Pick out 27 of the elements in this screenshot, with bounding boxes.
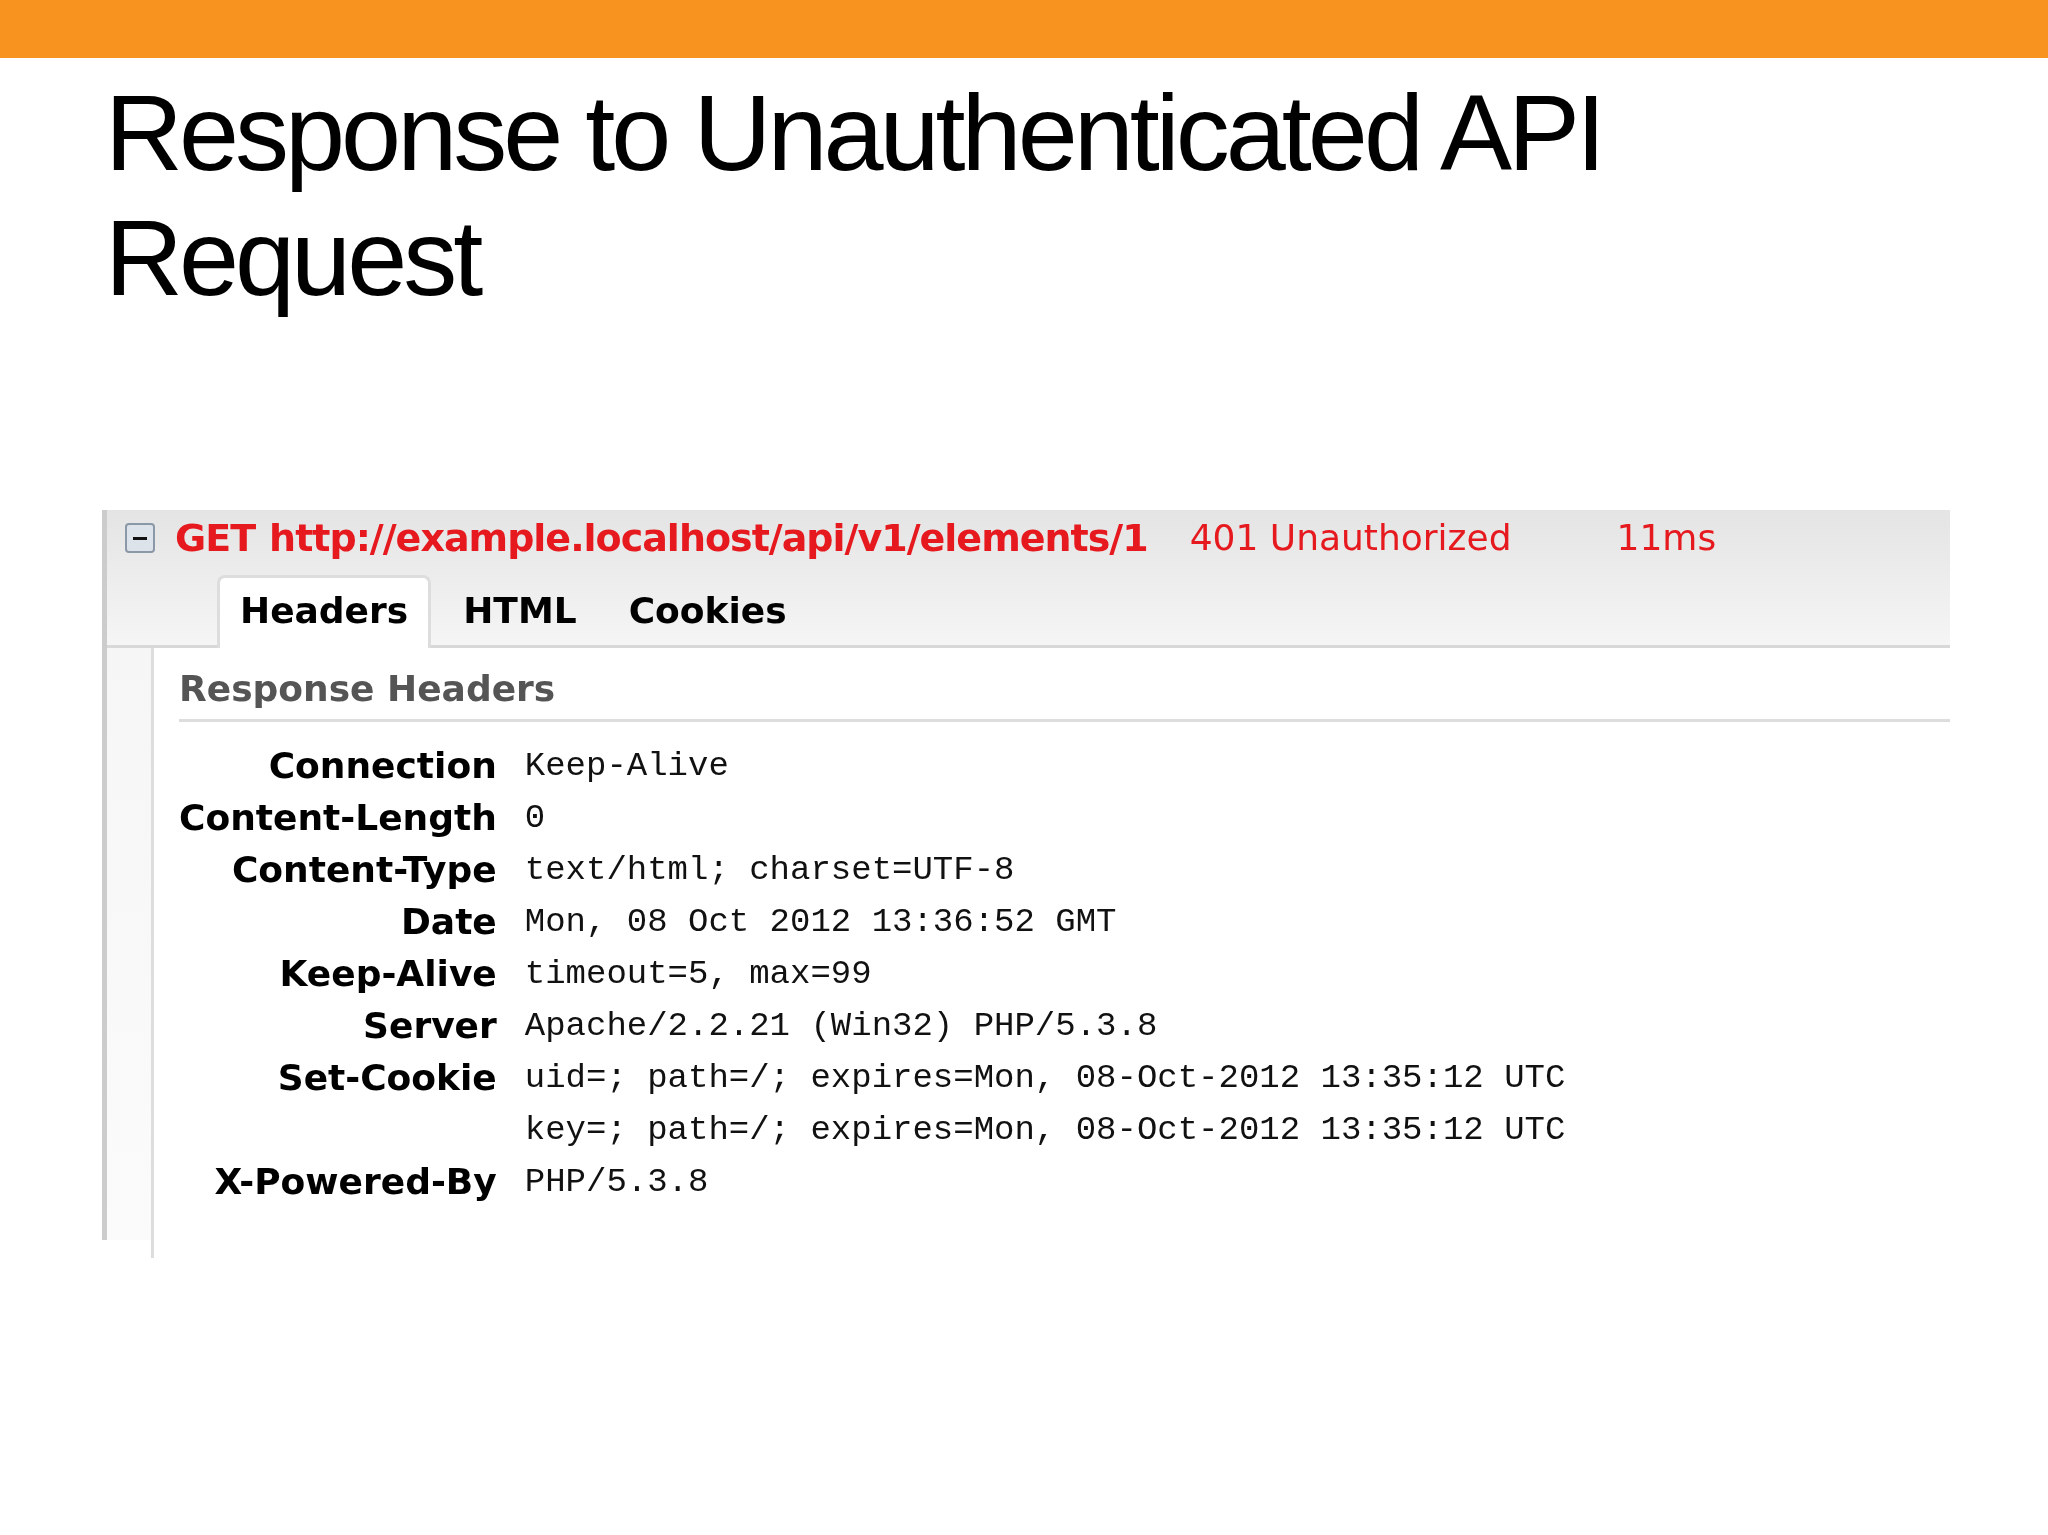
tab[interactable]: Cookies xyxy=(608,578,807,645)
collapse-toggle-icon[interactable] xyxy=(125,522,155,553)
header-value: uid=; path=/; expires=Mon, 08-Oct-2012 13:35:12 UTC xyxy=(524,1058,1567,1099)
header-value: Apache/2.2.21 (Win32) PHP/5.3.8 xyxy=(524,1006,1159,1047)
header-name: Content-Type xyxy=(230,848,497,892)
header-value: timeout=5, max=99 xyxy=(524,954,873,995)
section-title: Response Headers xyxy=(179,668,1950,722)
tab[interactable]: Headers xyxy=(217,575,432,648)
header-name: Server xyxy=(362,1004,497,1048)
header-value: key=; path=/; expires=Mon, 08-Oct-2012 13:35:12 UTC xyxy=(524,1110,1567,1151)
header-name: Content-Length xyxy=(179,796,497,840)
header-name: Set-Cookie xyxy=(276,1056,497,1100)
header-value: Keep-Alive xyxy=(524,746,730,787)
header-value: text/html; charset=UTF-8 xyxy=(524,850,1016,891)
header-value: PHP/5.3.8 xyxy=(524,1162,710,1203)
header-value: 0 xyxy=(524,798,547,839)
request-url[interactable]: http://example.localhost/api/v1/elements/1 xyxy=(269,515,1148,560)
header-name: X-Powered-By xyxy=(213,1160,497,1204)
header-name: Keep-Alive xyxy=(278,952,497,996)
slide-title: Response to Unauthenticated API Request xyxy=(105,71,1604,320)
header-value: Mon, 08 Oct 2012 13:36:52 GMT xyxy=(524,902,1118,943)
header-name: Connection xyxy=(267,744,497,788)
response-status: 401 Unauthorized xyxy=(1189,517,1512,558)
header-name: Date xyxy=(399,900,497,944)
request-method: GET xyxy=(175,515,256,560)
tab[interactable]: HTML xyxy=(443,578,597,645)
response-time: 11ms xyxy=(1616,517,1717,558)
